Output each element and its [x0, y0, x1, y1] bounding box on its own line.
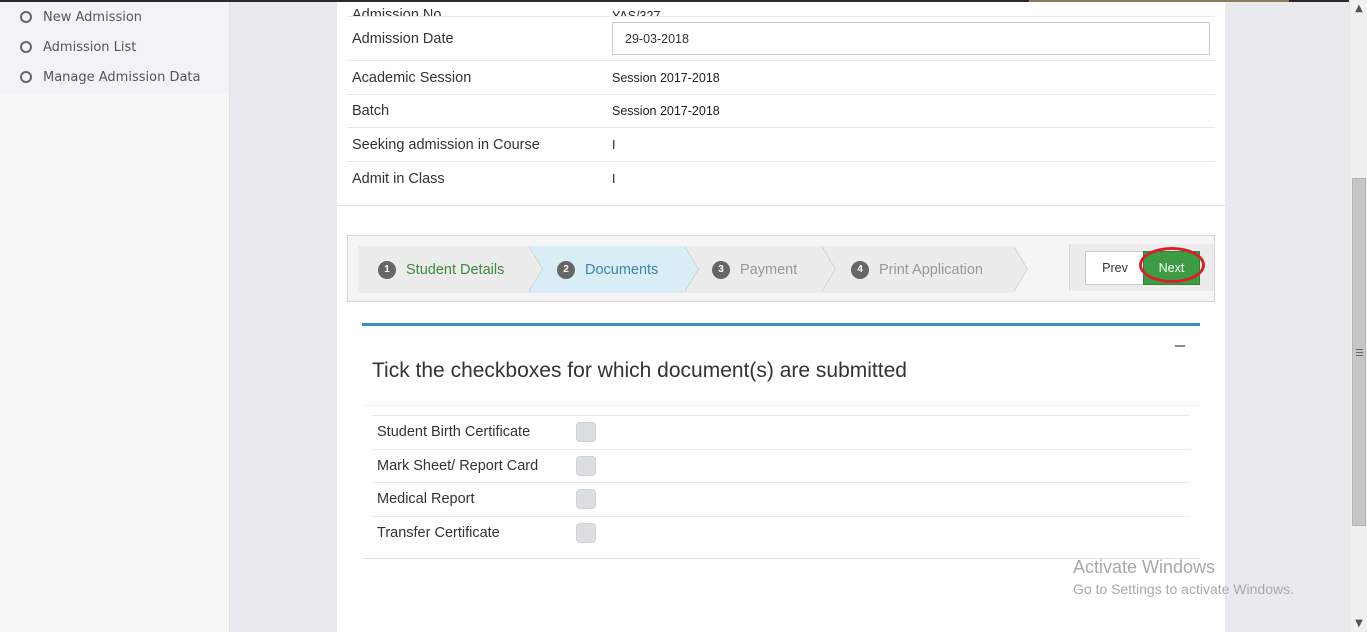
step-label: Student Details [406, 261, 505, 278]
sidebar-item-label: New Admission [43, 9, 143, 25]
wizard-step-print-application[interactable]: 4 Print Application [821, 246, 1028, 293]
sidebar: New Admission Admission List Manage Admi… [0, 2, 230, 632]
step-number: 4 [851, 260, 869, 279]
title-divider [362, 405, 1200, 406]
section-divider [337, 205, 1225, 206]
wizard-step-payment[interactable]: 3 Payment [684, 246, 836, 293]
documents-box: Tick the checkboxes for which document(s… [362, 323, 1200, 559]
circle-icon [20, 41, 32, 53]
watermark-subtitle: Go to Settings to activate Windows. [1073, 581, 1294, 597]
birth-certificate-checkbox[interactable] [576, 422, 596, 443]
step-label: Print Application [879, 261, 983, 278]
document-row-birth-certificate: Student Birth Certificate [372, 415, 1190, 449]
document-label: Mark Sheet/ Report Card [377, 457, 539, 474]
scroll-down-icon[interactable]: ▼ [1350, 615, 1367, 632]
info-value: I [612, 137, 616, 152]
info-row-class: Admit in Class I [347, 162, 1215, 195]
scroll-thumb[interactable] [1352, 178, 1366, 526]
sidebar-item-manage-admission-data[interactable]: Manage Admission Data [0, 62, 229, 92]
info-value: YAS/327 [612, 9, 661, 17]
admission-info-table: Admission No YAS/327 Admission Date Acad… [347, 2, 1215, 195]
step-label: Documents [585, 261, 659, 278]
info-label: Admission No [352, 7, 442, 17]
info-row-admission-no: Admission No YAS/327 [347, 2, 1215, 17]
info-label: Admit in Class [352, 170, 445, 187]
next-button[interactable]: Next [1143, 251, 1200, 285]
sidebar-item-label: Manage Admission Data [43, 69, 201, 85]
info-row-batch: Batch Session 2017-2018 [347, 95, 1215, 128]
watermark-title: Activate Windows [1073, 557, 1216, 577]
sidebar-item-admission-list[interactable]: Admission List [0, 32, 229, 62]
document-row-transfer-certificate: Transfer Certificate [372, 515, 1190, 550]
info-label: Academic Session [352, 69, 472, 86]
info-label: Admission Date [352, 30, 454, 47]
medical-report-checkbox[interactable] [576, 489, 596, 510]
info-row-course: Seeking admission in Course I [347, 128, 1215, 162]
wizard-steps: 1 Student Details 2 Documents 3 Payment … [358, 246, 1028, 293]
grip-icon [1356, 349, 1363, 356]
document-row-mark-sheet: Mark Sheet/ Report Card [372, 448, 1190, 483]
sidebar-item-new-admission[interactable]: New Admission [0, 2, 229, 32]
info-row-academic-session: Academic Session Session 2017-2018 [347, 61, 1215, 95]
admission-panel: Admission No YAS/327 Admission Date Acad… [337, 2, 1225, 632]
documents-list: Student Birth Certificate Mark Sheet/ Re… [372, 415, 1190, 549]
document-label: Student Birth Certificate [377, 424, 531, 441]
activate-windows-watermark: Activate Windows Go to Settings to activ… [1073, 557, 1294, 597]
circle-icon [20, 71, 32, 83]
vertical-scrollbar[interactable]: ▲ ▼ [1349, 0, 1367, 632]
step-arrow [821, 246, 835, 292]
sidebar-submenu: New Admission Admission List Manage Admi… [0, 2, 229, 93]
info-value: Session 2017-2018 [612, 70, 720, 85]
scroll-up-icon[interactable]: ▲ [1350, 0, 1367, 17]
info-row-admission-date: Admission Date [347, 17, 1215, 61]
admission-date-input[interactable] [612, 22, 1210, 55]
step-number: 2 [557, 260, 575, 279]
document-label: Transfer Certificate [377, 524, 500, 541]
wizard-step-documents[interactable]: 2 Documents [528, 246, 699, 293]
circle-icon [20, 11, 32, 23]
step-number: 1 [378, 260, 396, 279]
sidebar-item-label: Admission List [43, 39, 137, 55]
document-row-medical-report: Medical Report [372, 482, 1190, 516]
info-label: Seeking admission in Course [352, 136, 540, 153]
collapse-icon[interactable] [1175, 345, 1185, 347]
mark-sheet-checkbox[interactable] [576, 455, 596, 476]
prev-button[interactable]: Prev [1085, 251, 1145, 285]
documents-title: Tick the checkboxes for which document(s… [372, 359, 907, 382]
step-arrow [1013, 246, 1027, 292]
step-number: 3 [712, 260, 730, 279]
info-label: Batch [352, 103, 390, 119]
info-value: I [612, 171, 616, 186]
step-arrow [528, 246, 542, 292]
document-label: Medical Report [377, 491, 475, 508]
wizard-step-student-details[interactable]: 1 Student Details [358, 246, 543, 293]
transfer-certificate-checkbox[interactable] [576, 522, 596, 543]
step-label: Payment [740, 261, 798, 278]
step-arrow [684, 246, 698, 292]
info-value: Session 2017-2018 [612, 104, 720, 118]
wizard-nav: Prev Next [1069, 244, 1214, 291]
wizard-bar: 1 Student Details 2 Documents 3 Payment … [347, 235, 1215, 302]
